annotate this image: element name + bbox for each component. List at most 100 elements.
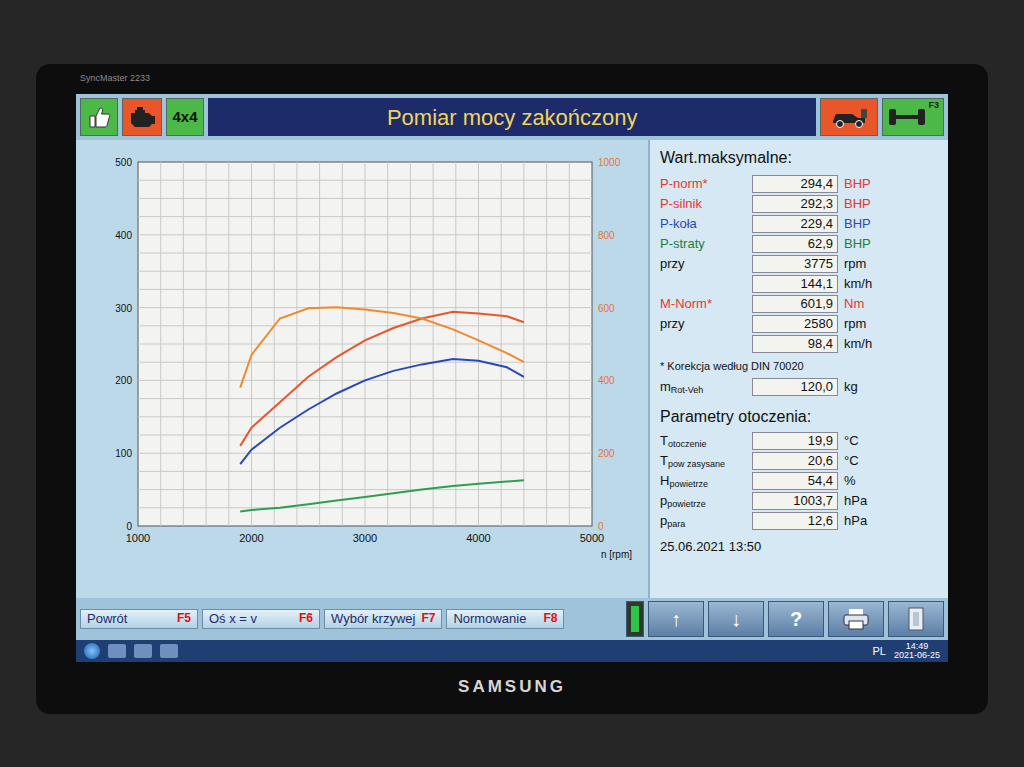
thumb-icon[interactable] (80, 98, 118, 136)
value-field: 62,9 (752, 235, 838, 253)
icon-graphic (887, 105, 927, 129)
value-unit: rpm (844, 254, 888, 274)
label-sub: powietrze (669, 479, 708, 489)
engine-icon[interactable] (122, 98, 162, 136)
button-label: Normowanie (453, 612, 526, 626)
value-label: P-koła (660, 214, 746, 234)
fkey-label: F5 (177, 612, 191, 625)
function-button[interactable]: Oś x = vF6 (202, 609, 320, 629)
value-unit: °C (844, 451, 888, 471)
value-label: P-straty (660, 234, 746, 254)
function-button[interactable]: Wybór krzywej F7 (324, 609, 442, 629)
value-row: mRot-Veh120,0kg (660, 377, 938, 397)
exit-icon[interactable] (888, 601, 944, 637)
label-text: P-norm* (660, 176, 708, 191)
value-field: 20,6 (752, 452, 838, 470)
icon-button[interactable]: ↓ (708, 601, 764, 637)
car-icon[interactable] (820, 98, 878, 136)
label-text: P-silnik (660, 196, 702, 211)
button-glyph: ↓ (731, 604, 741, 634)
function-button[interactable]: Normowanie F8 (446, 609, 564, 629)
app-icon[interactable] (134, 644, 152, 658)
monitor-model: SyncMaster 2233 (76, 72, 948, 94)
app-icon[interactable] (108, 644, 126, 658)
grid-line (569, 162, 570, 526)
icon-button[interactable]: ? (768, 601, 824, 637)
value-field: 1003,7 (752, 492, 838, 510)
x-tick: 5000 (580, 532, 604, 544)
language-indicator[interactable]: PL (872, 643, 885, 660)
drive-mode-button[interactable]: 4x4 (166, 98, 204, 136)
label-sub: Rot-Veh (671, 385, 704, 395)
label-text: T (660, 433, 668, 448)
drive-mode-label: 4x4 (172, 106, 197, 129)
value-row: 98,4km/h (660, 334, 938, 354)
y-right-tick: 600 (598, 303, 615, 314)
label-sub: powietrze (667, 499, 706, 509)
clock-date: 2021-06-25 (894, 651, 940, 660)
value-row: P-koła229,4BHP (660, 214, 938, 234)
series-line (240, 480, 524, 511)
value-row: P-straty62,9BHP (660, 234, 938, 254)
y-right-tick: 1000 (598, 157, 621, 168)
toolbar: 4x4Pomiar mocy zakończonyF3 (76, 94, 948, 140)
y-left-tick: 300 (115, 303, 132, 314)
value-label: P-norm* (660, 174, 746, 194)
value-field: 144,1 (752, 275, 838, 293)
button-label: Powrót (87, 612, 127, 626)
clock[interactable]: 14:492021-06-25 (894, 642, 940, 660)
y-right-tick: 200 (598, 448, 615, 459)
value-row: ppara12,6hPa (660, 511, 938, 531)
start-icon[interactable] (84, 643, 100, 659)
value-row: Hpowietrze54,4% (660, 471, 938, 491)
value-field: 601,9 (752, 295, 838, 313)
label-text: M-Norm* (660, 296, 712, 311)
x-tick: 2000 (239, 532, 263, 544)
printer-icon[interactable] (828, 601, 884, 637)
status-indicator (626, 601, 644, 637)
value-row: Totoczenie19,9°C (660, 431, 938, 451)
power-chart: 10002000300040005000n [rpm]0100200300400… (82, 146, 642, 586)
label-text: przy (660, 256, 685, 271)
panel-title: Wart.maksymalne: (660, 146, 938, 170)
label-text: m (660, 379, 671, 394)
grid-line (546, 162, 547, 526)
label-text: p (660, 513, 667, 528)
value-row: przy2580rpm (660, 314, 938, 334)
value-unit: BHP (844, 214, 888, 234)
fkey-label: F7 (421, 612, 435, 625)
value-unit: km/h (844, 274, 888, 294)
value-row: ppowietrze1003,7hPa (660, 491, 938, 511)
value-label: Tpow zasysane (660, 451, 746, 471)
icon-graphic (829, 105, 869, 129)
y-left-tick: 0 (126, 521, 132, 532)
value-field: 294,4 (752, 175, 838, 193)
label-text: T (660, 453, 668, 468)
value-label: M-Norm* (660, 294, 746, 314)
plot-area (138, 162, 592, 526)
monitor: SyncMaster 22334x4Pomiar mocy zakończony… (36, 64, 988, 714)
fkey-label: F8 (543, 612, 557, 625)
y-right-tick: 800 (598, 230, 615, 241)
button-glyph: ? (790, 604, 802, 634)
icon-button[interactable]: ↑ (648, 601, 704, 637)
series-line (240, 359, 524, 464)
timestamp: 25.06.2021 13:50 (660, 537, 938, 557)
grid-line (138, 471, 592, 472)
value-field: 2580 (752, 315, 838, 333)
function-button[interactable]: Powrót F5 (80, 609, 198, 629)
value-field: 98,4 (752, 335, 838, 353)
y-right-tick: 0 (598, 521, 604, 532)
chart-panel: 10002000300040005000n [rpm]0100200300400… (76, 140, 648, 598)
ambient-title: Parametry otoczenia: (660, 405, 938, 429)
app-icon[interactable] (160, 644, 178, 658)
function-bar: Powrót F5 Oś x = vF6 Wybór krzywej F7 Normowa… (76, 598, 948, 640)
value-field: 3775 (752, 255, 838, 273)
x-axis-label: n [rpm] (601, 549, 632, 560)
value-row: P-silnik292,3BHP (660, 194, 938, 214)
button-label: Wybór krzywej (331, 612, 415, 626)
label-text: przy (660, 316, 685, 331)
value-row: M-Norm*601,9Nm (660, 294, 938, 314)
axle-icon[interactable]: F3 (882, 98, 944, 136)
x-tick: 4000 (466, 532, 490, 544)
